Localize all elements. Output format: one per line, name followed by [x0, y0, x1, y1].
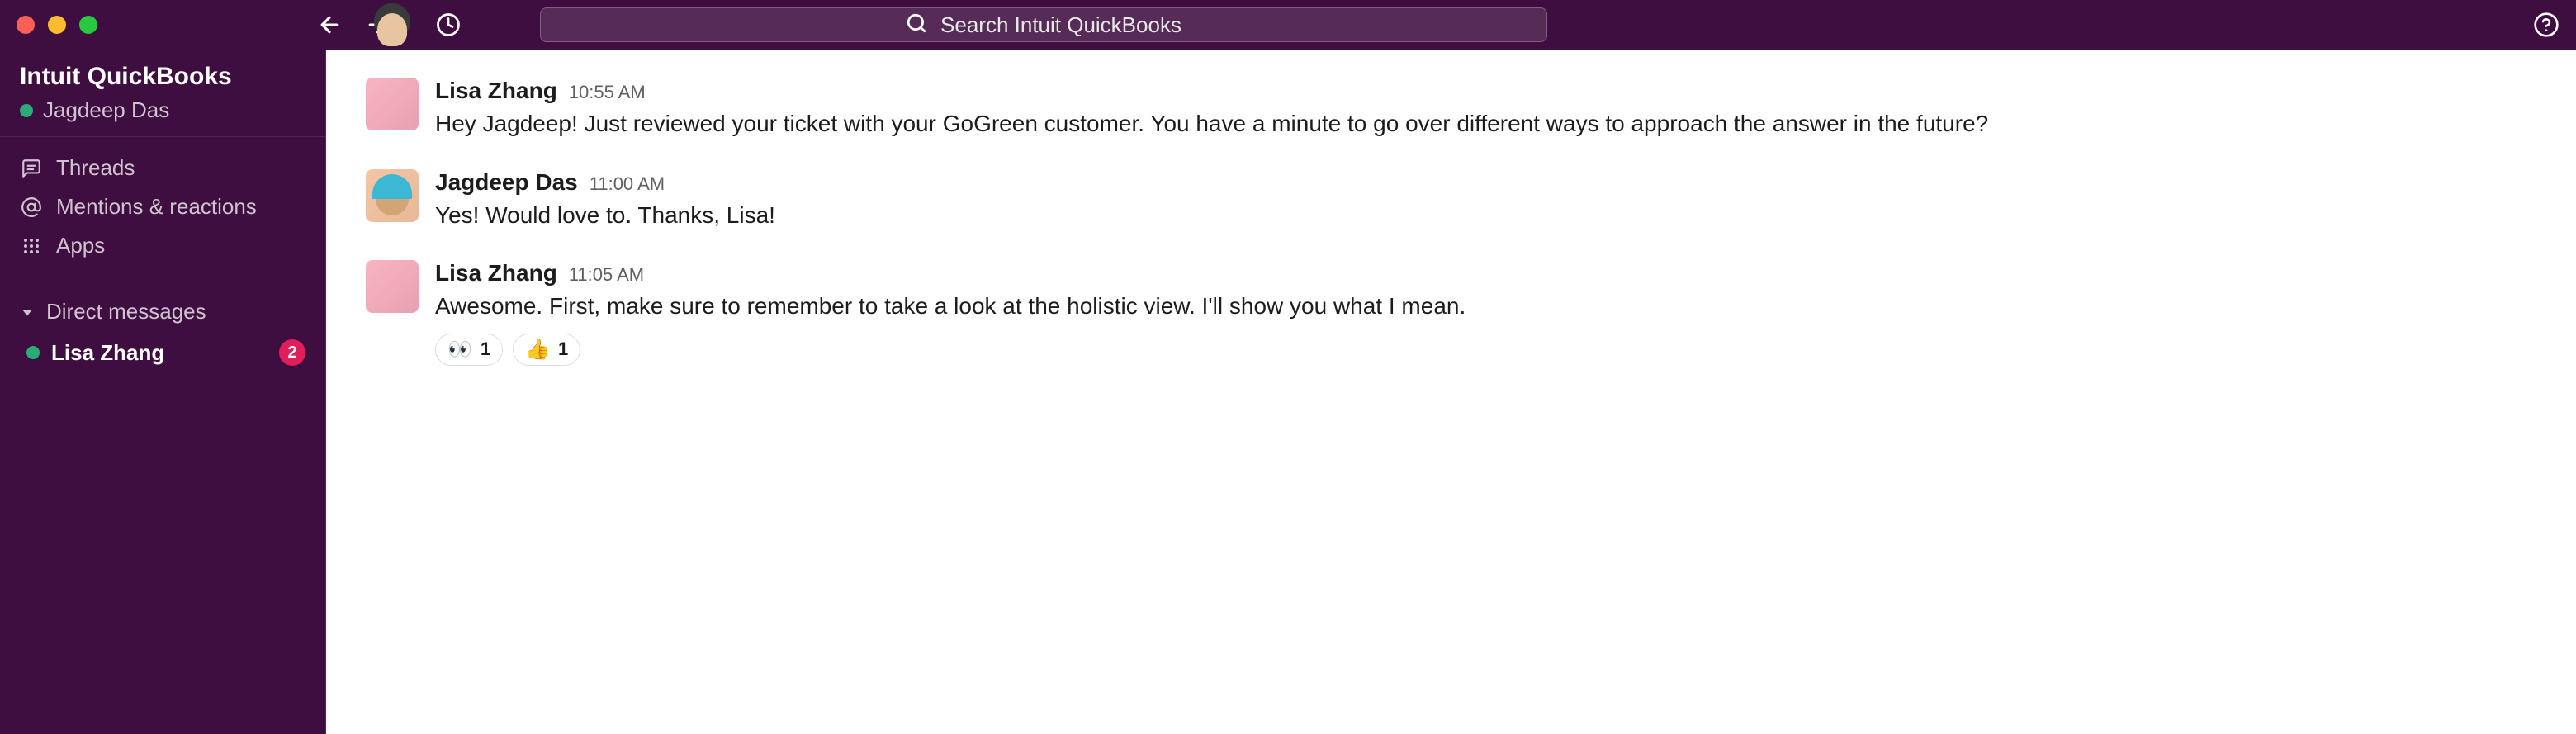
message: Jagdeep Das 11:00 AM Yes! Would love to.… — [366, 161, 2536, 253]
window-controls — [17, 16, 97, 34]
close-window-button[interactable] — [17, 16, 35, 34]
message-text: Hey Jagdeep! Just reviewed your ticket w… — [435, 107, 2536, 141]
message-body: Lisa Zhang 10:55 AM Hey Jagdeep! Just re… — [435, 78, 2536, 141]
reaction-count: 1 — [558, 339, 568, 360]
help-icon[interactable] — [2533, 12, 2559, 38]
message-header: Lisa Zhang 11:05 AM — [435, 260, 2536, 286]
dm-header-label: Direct messages — [46, 299, 206, 324]
minimize-window-button[interactable] — [48, 16, 66, 34]
timestamp: 11:05 AM — [569, 264, 644, 286]
reaction-thumbsup[interactable]: 👍 1 — [513, 334, 580, 366]
apps-nav[interactable]: Apps — [0, 226, 325, 265]
threads-icon — [20, 158, 43, 179]
avatar[interactable] — [366, 260, 419, 313]
reaction-eyes[interactable]: 👀 1 — [435, 334, 503, 366]
workspace-header[interactable]: Intuit QuickBooks Jagdeep Das — [0, 50, 325, 137]
message-header: Jagdeep Das 11:00 AM — [435, 169, 2536, 196]
message-pane: Lisa Zhang 10:55 AM Hey Jagdeep! Just re… — [326, 50, 2576, 734]
apps-label: Apps — [56, 233, 105, 258]
threads-label: Threads — [56, 155, 135, 181]
unread-badge: 2 — [279, 339, 305, 366]
reactions: 👀 1 👍 1 — [435, 334, 2536, 366]
mentions-icon — [20, 197, 43, 218]
timestamp: 10:55 AM — [569, 82, 646, 103]
sender-name[interactable]: Lisa Zhang — [435, 260, 557, 286]
apps-icon — [20, 236, 43, 256]
dm-name: Lisa Zhang — [51, 340, 164, 366]
search-input[interactable]: Search Intuit QuickBooks — [540, 7, 1547, 42]
avatar[interactable] — [366, 78, 419, 130]
message-header: Lisa Zhang 10:55 AM — [435, 78, 2536, 104]
search-placeholder: Search Intuit QuickBooks — [940, 12, 1181, 38]
back-button[interactable] — [317, 12, 342, 37]
mentions-nav[interactable]: Mentions & reactions — [0, 187, 325, 226]
workspace-name: Intuit QuickBooks — [20, 63, 305, 91]
dm-section: Direct messages Lisa Zhang 2 — [0, 277, 325, 374]
presence-icon — [20, 104, 33, 117]
presence-icon — [26, 346, 40, 359]
sidebar: Intuit QuickBooks Jagdeep Das Threads Me… — [0, 50, 326, 734]
sender-name[interactable]: Lisa Zhang — [435, 78, 557, 104]
message-text: Yes! Would love to. Thanks, Lisa! — [435, 199, 2536, 233]
nav-section: Threads Mentions & reactions Apps — [0, 137, 325, 277]
search-icon — [906, 12, 927, 38]
message-body: Lisa Zhang 11:05 AM Awesome. First, make… — [435, 260, 2536, 366]
message-text: Awesome. First, make sure to remember to… — [435, 290, 2536, 324]
message: Lisa Zhang 11:05 AM Awesome. First, make… — [366, 252, 2536, 386]
thumbsup-emoji-icon: 👍 — [525, 338, 550, 362]
current-user-name: Jagdeep Das — [43, 97, 169, 123]
sender-name[interactable]: Jagdeep Das — [435, 169, 578, 196]
message-body: Jagdeep Das 11:00 AM Yes! Would love to.… — [435, 169, 2536, 233]
dm-header[interactable]: Direct messages — [0, 292, 325, 331]
history-icon[interactable] — [436, 12, 461, 37]
dm-item-lisa-zhang[interactable]: Lisa Zhang 2 — [0, 331, 325, 374]
mentions-label: Mentions & reactions — [56, 194, 257, 220]
avatar[interactable] — [366, 169, 419, 222]
message: Lisa Zhang 10:55 AM Hey Jagdeep! Just re… — [366, 69, 2536, 161]
reaction-count: 1 — [481, 339, 490, 360]
maximize-window-button[interactable] — [79, 16, 97, 34]
caret-down-icon — [20, 305, 35, 320]
eyes-emoji-icon: 👀 — [447, 338, 472, 362]
main: Intuit QuickBooks Jagdeep Das Threads Me… — [0, 50, 2576, 734]
timestamp: 11:00 AM — [590, 173, 665, 195]
threads-nav[interactable]: Threads — [0, 149, 325, 187]
user-status: Jagdeep Das — [20, 97, 305, 123]
